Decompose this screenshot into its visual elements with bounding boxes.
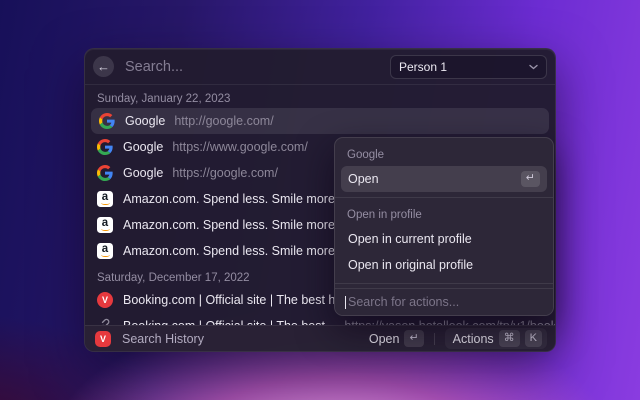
open-label: Open xyxy=(369,332,400,346)
profile-dropdown[interactable]: Person 1 xyxy=(390,55,547,79)
vivaldi-favicon-icon: V xyxy=(97,292,113,308)
history-row-url: http://google.com/ xyxy=(174,114,273,128)
shortcut-key-badge: ↵ xyxy=(521,171,540,188)
back-button[interactable]: ← xyxy=(93,56,114,77)
enter-key-badge: ↵ xyxy=(404,330,423,347)
actions-panel-context-title: Google xyxy=(335,142,553,166)
menu-section-header: Open in profile xyxy=(335,203,553,226)
window-header: ← Person 1 xyxy=(85,49,555,85)
k-key-badge: K xyxy=(525,330,542,347)
date-section-header: Sunday, January 22, 2023 xyxy=(85,85,555,108)
extension-title: Search History xyxy=(122,332,369,346)
menu-item-open[interactable]: Open ↵ xyxy=(341,166,547,192)
menu-item-label: Open in current profile xyxy=(348,232,472,246)
status-bar: V Search History Open ↵ Actions ⌘ K xyxy=(85,325,555,351)
history-row-url: https://www.google.com/ xyxy=(172,140,307,154)
arrow-left-icon: ← xyxy=(97,60,110,73)
amazon-favicon-icon: a xyxy=(97,217,113,233)
history-row-title: Amazon.com. Spend less. Smile more. xyxy=(123,192,338,206)
broken-link-icon xyxy=(97,318,113,325)
history-row-title: Google xyxy=(123,140,163,154)
google-favicon-icon xyxy=(97,139,113,155)
menu-item-label: Open in original profile xyxy=(348,258,473,272)
statusbar-divider xyxy=(434,333,435,345)
history-row-url: https://google.com/ xyxy=(172,166,278,180)
google-favicon-icon xyxy=(99,113,115,129)
menu-item-label: Open xyxy=(348,172,379,186)
history-row[interactable]: Google http://google.com/ xyxy=(91,108,549,134)
menu-divider xyxy=(335,283,553,284)
cmd-key-badge: ⌘ xyxy=(499,330,520,347)
actions-panel: Google Open ↵ Open in profile Open in curre… xyxy=(334,137,554,316)
google-favicon-icon xyxy=(97,165,113,181)
amazon-favicon-icon: a xyxy=(97,243,113,259)
vivaldi-app-icon: V xyxy=(95,331,111,347)
history-row-title: Google xyxy=(125,114,165,128)
history-row-title: Google xyxy=(123,166,163,180)
profile-dropdown-value: Person 1 xyxy=(399,60,529,74)
actions-search-field[interactable]: Search for actions... xyxy=(335,288,553,315)
menu-item-open-in-current-profile[interactable]: Open in current profile xyxy=(341,226,547,252)
amazon-favicon-icon: a xyxy=(97,191,113,207)
chevron-down-icon xyxy=(529,64,538,70)
menu-item-open-in-original-profile[interactable]: Open in original profile xyxy=(341,252,547,278)
actions-button[interactable]: Actions ⌘ K xyxy=(445,328,547,349)
open-action-button[interactable]: Open ↵ xyxy=(369,330,424,347)
text-cursor xyxy=(345,296,346,309)
actions-label: Actions xyxy=(453,332,494,346)
actions-search-placeholder: Search for actions... xyxy=(348,295,459,309)
history-row-title: Amazon.com. Spend less. Smile more. xyxy=(123,218,338,232)
history-row-title: Amazon.com. Spend less. Smile more. xyxy=(123,244,338,258)
menu-divider xyxy=(335,197,553,198)
search-input[interactable] xyxy=(125,59,390,75)
